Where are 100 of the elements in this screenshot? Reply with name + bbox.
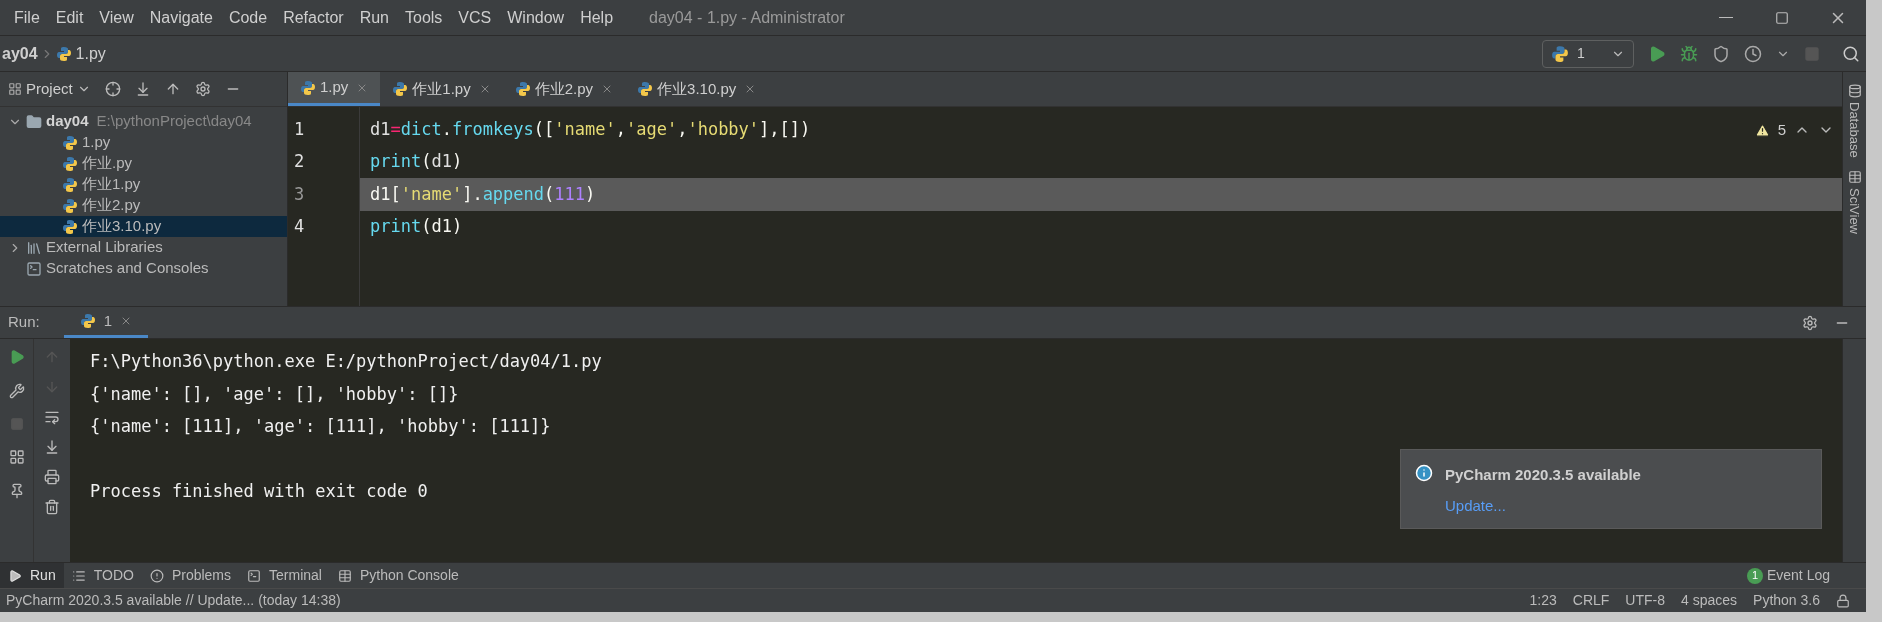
- python-file-icon: [392, 81, 409, 97]
- menu-item[interactable]: Code: [228, 5, 268, 30]
- python-file-icon: [62, 176, 78, 193]
- tree-item[interactable]: 作业3.10.py: [0, 216, 287, 237]
- tree-item[interactable]: External Libraries: [0, 237, 287, 258]
- python-file-icon: [62, 218, 78, 235]
- trash-icon[interactable]: [44, 499, 60, 515]
- editor-tab[interactable]: 1.py: [288, 72, 381, 106]
- run-panel-label: Run:: [8, 312, 40, 333]
- console-line: F:\Python36\python.exe E:/pythonProject/day04/1.py: [90, 350, 602, 373]
- profile-icon[interactable]: [1744, 44, 1762, 63]
- console-line: {'name': [], 'age': [], 'hobby': []}: [90, 382, 459, 406]
- grid-icon: [1847, 169, 1862, 184]
- python-file-icon: [62, 134, 78, 151]
- menu-item[interactable]: Refactor: [283, 5, 344, 30]
- terminal-icon: [247, 568, 262, 583]
- maximize-icon: [1775, 10, 1789, 25]
- layout-icon[interactable]: [8, 449, 25, 465]
- info-icon: [1415, 464, 1433, 482]
- menu-item[interactable]: Run: [359, 5, 389, 30]
- editor-tab[interactable]: 作业1.py: [380, 72, 503, 106]
- library-icon: [26, 239, 42, 256]
- editor-tab[interactable]: 作业3.10.py: [625, 72, 769, 106]
- warning-icon[interactable]: [1754, 122, 1770, 138]
- python-file-icon: [55, 45, 72, 62]
- window-icon: [8, 82, 22, 96]
- project-view-dropdown[interactable]: Project: [8, 77, 91, 101]
- breadcrumb-item[interactable]: 1.py: [75, 41, 106, 66]
- alert-icon: [149, 568, 164, 583]
- console-icon: [26, 260, 42, 277]
- event-count-badge: 1: [1746, 567, 1763, 584]
- wrench-icon[interactable]: [8, 383, 25, 399]
- breadcrumb-item[interactable]: ay04: [2, 41, 38, 66]
- status-item[interactable]: 1:23: [1529, 590, 1557, 611]
- locate-icon[interactable]: [104, 81, 121, 97]
- tree-item[interactable]: 作业1.py: [0, 174, 287, 195]
- tool-window-tab[interactable]: Python Console: [329, 563, 467, 588]
- grid-icon: [337, 568, 352, 583]
- line-number: 1: [293, 117, 306, 141]
- menu-item[interactable]: File: [14, 5, 40, 30]
- python-file-icon: [62, 155, 78, 172]
- status-item[interactable]: Python 3.6: [1753, 590, 1820, 611]
- menu-item[interactable]: View: [99, 5, 134, 30]
- settings-icon[interactable]: [1802, 314, 1818, 331]
- status-message[interactable]: PyCharm 2020.3.5 available // Update... (today 14:38): [6, 590, 341, 611]
- warning-count[interactable]: 5: [1777, 119, 1786, 142]
- run-icon[interactable]: [1648, 44, 1666, 63]
- tool-window-tab[interactable]: TODO: [63, 563, 142, 588]
- event-log-button[interactable]: 1 Event Log: [1746, 565, 1830, 586]
- play-icon: [8, 568, 22, 583]
- line-number: 4: [293, 215, 306, 238]
- tool-window-tab[interactable]: Problems: [141, 563, 240, 588]
- debug-icon[interactable]: [1680, 44, 1698, 63]
- code-line: d1=dict.fromkeys(['name','age','hobby'],[]): [370, 117, 811, 141]
- python-file-icon: [637, 81, 654, 97]
- code-line: d1['name'].append(111): [370, 182, 596, 206]
- python-file-icon: [79, 313, 96, 329]
- tree-item[interactable]: Scratches and Consoles: [0, 258, 287, 279]
- list-icon: [71, 568, 86, 583]
- editor-tab[interactable]: 作业2.py: [502, 72, 626, 106]
- tool-window-tab[interactable]: Run: [0, 563, 64, 588]
- status-item[interactable]: 4 spaces: [1681, 590, 1738, 611]
- print-icon[interactable]: [44, 469, 60, 485]
- scroll-to-end-icon[interactable]: [44, 439, 60, 455]
- status-item[interactable]: UTF-8: [1625, 590, 1665, 611]
- python-file-icon: [62, 197, 78, 214]
- status-item[interactable]: CRLF: [1572, 590, 1610, 611]
- console-line: Process finished with exit code 0: [90, 480, 428, 503]
- run-config-dropdown[interactable]: 1: [1542, 39, 1634, 68]
- side-tool-tab[interactable]: Database: [1844, 84, 1865, 158]
- code-line: print(d1): [370, 215, 463, 238]
- tree-item[interactable]: 作业2.py: [0, 195, 287, 216]
- line-number: 2: [293, 150, 306, 173]
- settings-icon[interactable]: [194, 81, 211, 97]
- search-icon[interactable]: [1842, 44, 1860, 63]
- window-title: day04 - 1.py - Administrator: [649, 7, 845, 28]
- notification-title: PyCharm 2020.3.5 available: [1445, 465, 1641, 485]
- python-file-icon: [514, 81, 531, 97]
- database-icon: [1847, 84, 1862, 98]
- minimize-icon: [1719, 17, 1733, 18]
- coverage-icon[interactable]: [1712, 44, 1730, 63]
- lock-icon[interactable]: [1836, 593, 1850, 608]
- folder-icon: [26, 113, 42, 130]
- python-file-icon: [300, 79, 316, 96]
- menu-item[interactable]: VCS: [458, 5, 492, 30]
- tree-item[interactable]: day04 E:\pythonProject\day04: [0, 111, 287, 132]
- tool-window-tab[interactable]: Terminal: [239, 563, 330, 588]
- soft-wrap-icon[interactable]: [44, 409, 60, 425]
- menu-item[interactable]: Window: [507, 5, 565, 30]
- menu-item[interactable]: Edit: [55, 5, 84, 30]
- python-file-icon: [1551, 44, 1569, 63]
- tree-item[interactable]: 作业.py: [0, 153, 287, 174]
- menu-item[interactable]: Tools: [405, 5, 443, 30]
- code-line: print(d1): [370, 150, 463, 173]
- menu-item[interactable]: Navigate: [149, 5, 213, 30]
- side-tool-tab[interactable]: SciView: [1844, 169, 1865, 234]
- tree-item[interactable]: 1.py: [0, 132, 287, 153]
- console-line: {'name': [111], 'age': [111], 'hobby': [111]}: [90, 415, 551, 438]
- line-number: 3: [293, 182, 306, 206]
- menu-item[interactable]: Help: [580, 5, 614, 30]
